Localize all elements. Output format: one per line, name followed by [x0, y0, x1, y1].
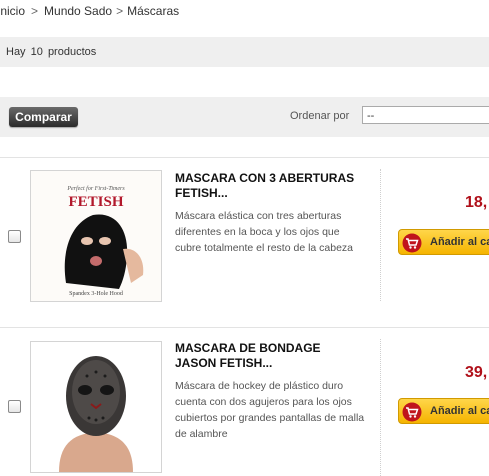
description-line: Máscara elástica con tres aberturas: [175, 210, 342, 222]
breadcrumb-separator: >: [31, 4, 39, 18]
product-item: MASCARA DE BONDAGE JASON FETISH... Másca…: [0, 327, 489, 476]
product-title[interactable]: MASCARA DE BONDAGE JASON FETISH...: [175, 341, 380, 371]
cart-icon: [402, 233, 422, 253]
product-count-bar: Hay 10 productos: [0, 37, 489, 67]
sort-select[interactable]: --: [362, 106, 489, 124]
add-to-cart-label: Añadir al ca: [430, 236, 489, 248]
product-title[interactable]: MASCARA CON 3 ABERTURAS FETISH...: [175, 171, 380, 201]
breadcrumb-current: Máscaras: [127, 4, 180, 18]
count-suffix: productos: [47, 46, 97, 58]
product-price: 39,: [465, 364, 488, 381]
product-image[interactable]: [30, 341, 162, 473]
breadcrumb-category-link[interactable]: Mundo Sado: [44, 4, 112, 18]
product-price: 18,: [465, 194, 488, 211]
description-line: Máscara de hockey de plástico duro: [175, 380, 344, 392]
breadcrumb-home-link[interactable]: Inicio: [0, 4, 25, 18]
description-line: de alambre: [175, 428, 228, 440]
product-description: Máscara elástica con tres aberturas dife…: [175, 208, 375, 256]
add-to-cart-button[interactable]: Añadir al ca: [398, 229, 489, 255]
product-title-line: MASCARA CON 3 ABERTURAS: [175, 171, 355, 185]
column-divider: [380, 169, 382, 301]
image-tagline: Perfect for First-Timers: [66, 185, 125, 192]
compare-checkbox[interactable]: [8, 230, 21, 243]
count-prefix: Hay: [6, 46, 26, 58]
description-line: cuenta con dos agujeros para los ojos: [175, 396, 352, 408]
add-to-cart-label: Añadir al ca: [430, 405, 489, 417]
listing-toolbar: Comparar Ordenar por --: [0, 97, 489, 137]
hockey-mask-image: [31, 342, 161, 472]
breadcrumb: Inicio>Mundo Sado>Máscaras: [0, 4, 179, 18]
add-to-cart-button[interactable]: Añadir al ca: [398, 398, 489, 424]
image-brand: FETISH: [68, 194, 123, 210]
cart-icon: [402, 402, 422, 422]
description-line: cubre totalmente el resto de la cabeza: [175, 242, 354, 254]
image-caption: Spandex 3-Hole Hood: [69, 291, 123, 297]
sort-label: Ordenar por: [290, 110, 350, 122]
description-line: diferentes en la boca y los ojos que: [175, 226, 340, 238]
description-line: cubiertos por grandes pantallas de malla: [175, 412, 365, 424]
product-title-line: MASCARA DE BONDAGE: [175, 341, 321, 355]
product-count: Hay 10 productos: [6, 46, 96, 58]
count-value: 10: [30, 46, 43, 58]
product-item: Perfect for First-Timers FETISH Spandex …: [0, 157, 489, 327]
product-title-line: FETISH...: [175, 186, 228, 200]
product-title-line: JASON FETISH...: [175, 356, 273, 370]
hood-package-image: Perfect for First-Timers FETISH Spandex …: [31, 171, 161, 301]
compare-button[interactable]: Comparar: [9, 107, 78, 127]
compare-checkbox[interactable]: [8, 400, 21, 413]
product-image[interactable]: Perfect for First-Timers FETISH Spandex …: [30, 170, 162, 302]
column-divider: [380, 339, 382, 476]
breadcrumb-separator: >: [116, 4, 124, 18]
product-description: Máscara de hockey de plástico duro cuent…: [175, 378, 375, 442]
